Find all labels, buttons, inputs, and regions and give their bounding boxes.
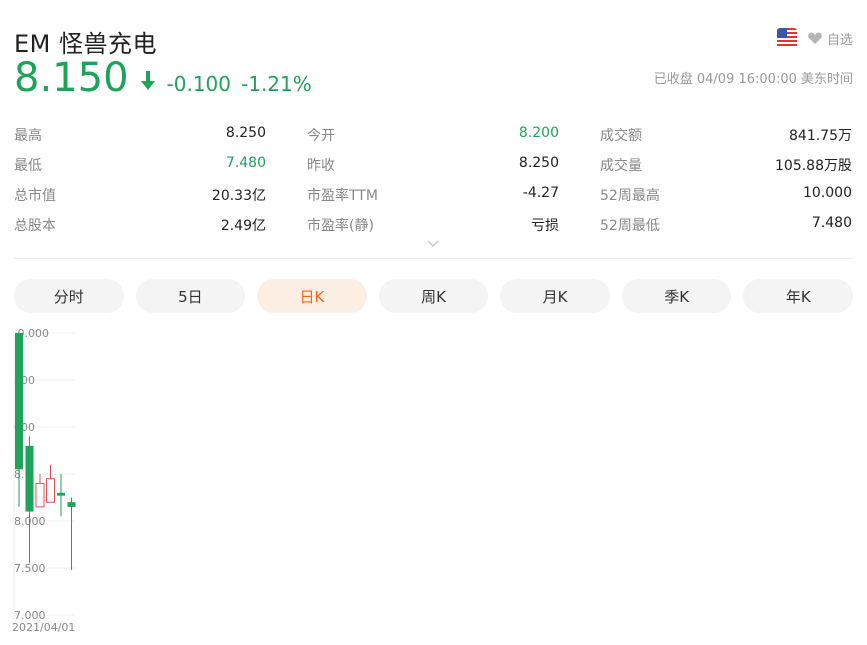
stats-row: 总股本 2.49亿 市盈率(静) 亏损 52周最低 7.480 xyxy=(14,210,853,240)
tab-quarterly-k[interactable]: 季K xyxy=(621,279,732,313)
stats-row: 最高 8.250 今开 8.200 成交额 841.75万 xyxy=(14,120,853,150)
stats-row: 总市值 20.33亿 市盈率TTM -4.27 52周最高 10.000 xyxy=(14,180,853,210)
tab-yearly-k[interactable]: 年K xyxy=(743,279,854,313)
stat-label: 52周最高 xyxy=(600,188,660,204)
candle[interactable] xyxy=(67,497,76,570)
candle-body xyxy=(46,478,55,503)
tab-monthly-k[interactable]: 月K xyxy=(500,279,610,313)
period-tabs: 分时 5日 日K 周K 月K 季K 年K xyxy=(14,279,854,313)
candle[interactable] xyxy=(25,436,34,564)
price-row: 8.150 -0.100 -1.21% xyxy=(14,56,312,100)
stat-label: 今开 xyxy=(307,128,335,144)
chevron-down-icon[interactable] xyxy=(427,239,439,249)
stat-label: 最低 xyxy=(14,158,42,174)
candle-body xyxy=(35,482,45,508)
stat-label: 总股本 xyxy=(14,218,56,234)
header-actions: 自选 xyxy=(776,28,853,48)
tab-daily-k[interactable]: 日K xyxy=(257,279,367,313)
tab-intraday[interactable]: 分时 xyxy=(14,279,124,313)
stat-value: 亏损 xyxy=(531,218,559,234)
stat-label: 市盈率TTM xyxy=(307,188,378,204)
tab-weekly-k[interactable]: 周K xyxy=(378,279,489,313)
heart-icon xyxy=(808,32,822,44)
stat-value: 7.480 xyxy=(811,215,852,231)
stat-value: 8.250 xyxy=(518,155,559,171)
price-change: -0.100 xyxy=(166,72,231,96)
stat-label: 52周最低 xyxy=(600,218,660,234)
stat-label: 总市值 xyxy=(14,188,56,204)
y-tick-label: 7.500 xyxy=(14,562,46,575)
watch-label: 自选 xyxy=(826,32,853,48)
stat-label: 成交量 xyxy=(600,158,642,174)
stat-value: 20.33亿 xyxy=(211,188,266,204)
current-price: 8.150 xyxy=(14,55,129,101)
candlestick-chart[interactable]: .0.0005000008.8.0007.5007.000 2021/04/01 xyxy=(0,325,867,645)
stats-grid: 最高 8.250 今开 8.200 成交额 841.75万 最低 7.480 昨收 8.2… xyxy=(14,120,853,240)
stat-label: 市盈率(静) xyxy=(307,218,374,234)
stat-label: 成交额 xyxy=(600,128,642,144)
divider xyxy=(14,258,853,259)
us-flag-icon xyxy=(776,28,797,48)
stat-value: 841.75万 xyxy=(789,128,852,144)
stat-value: -4.27 xyxy=(522,185,559,201)
stock-title: EM 怪兽充电 xyxy=(14,30,157,58)
down-arrow-icon xyxy=(140,71,155,90)
stat-value: 7.480 xyxy=(225,155,266,171)
price-change-pct: -1.21% xyxy=(241,72,312,96)
stat-value: 8.200 xyxy=(518,125,559,141)
stats-row: 最低 7.480 昨收 8.250 成交量 105.88万股 xyxy=(14,150,853,180)
stat-value: 10.000 xyxy=(803,185,852,201)
candle[interactable] xyxy=(46,464,55,503)
stat-value: 105.88万股 xyxy=(775,158,852,174)
stat-label: 昨收 xyxy=(307,158,335,174)
candle-body xyxy=(57,492,65,496)
candle[interactable] xyxy=(57,474,65,517)
stat-value: 2.49亿 xyxy=(220,218,266,234)
candle[interactable] xyxy=(35,474,45,508)
add-watchlist-button[interactable]: 自选 xyxy=(807,29,853,48)
candle-body xyxy=(67,502,76,507)
tab-5day[interactable]: 5日 xyxy=(135,279,246,313)
stat-label: 最高 xyxy=(14,128,42,144)
candle-body xyxy=(25,445,34,512)
market-status: 已收盘 04/09 16:00:00 美东时间 xyxy=(653,72,853,87)
stat-value: 8.250 xyxy=(225,125,266,141)
x-axis-date-label: 2021/04/01 xyxy=(12,621,75,634)
candle-body xyxy=(15,333,23,470)
